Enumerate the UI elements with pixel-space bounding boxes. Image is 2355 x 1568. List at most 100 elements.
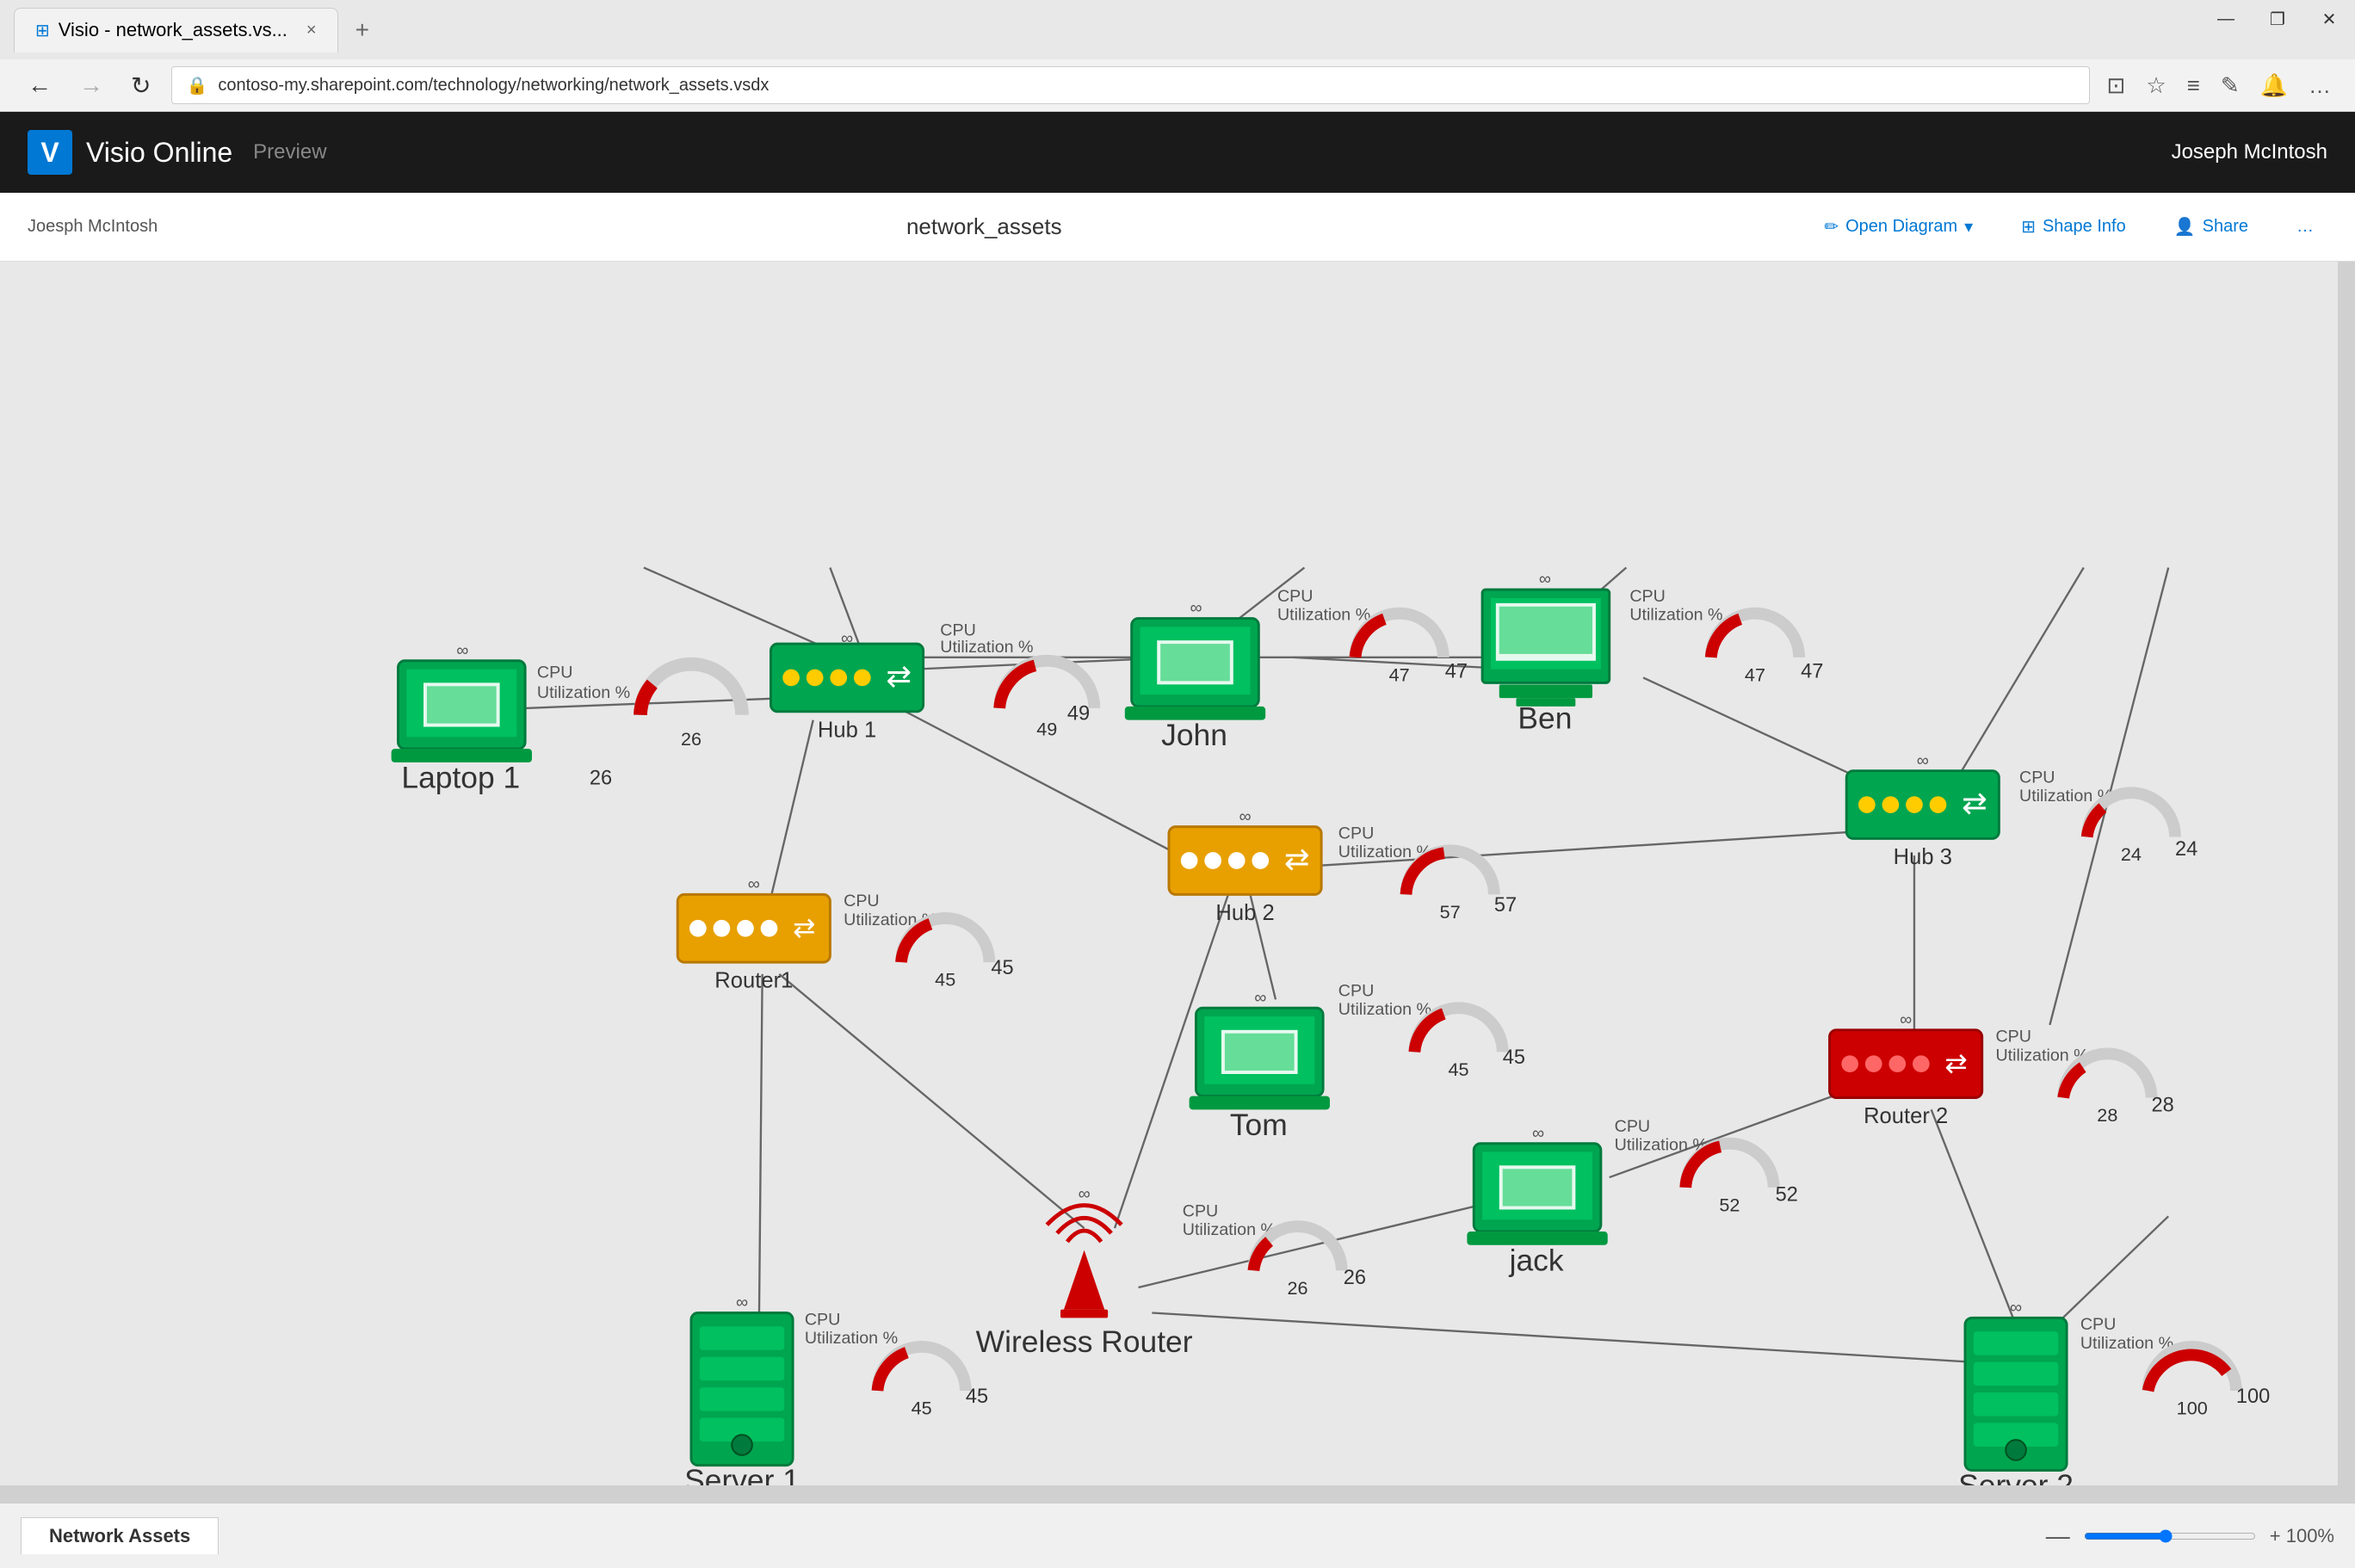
sheet-tab[interactable]: Network Assets xyxy=(21,1517,219,1554)
svg-text:47: 47 xyxy=(1389,664,1410,685)
svg-text:Utilization %: Utilization % xyxy=(805,1329,898,1348)
svg-text:CPU: CPU xyxy=(2080,1315,2117,1334)
svg-text:49: 49 xyxy=(1036,718,1057,739)
refresh-btn[interactable]: ↻ xyxy=(124,68,158,103)
more-btn[interactable]: … xyxy=(2305,69,2334,102)
zoom-slider[interactable] xyxy=(2084,1529,2256,1543)
new-tab-btn[interactable]: + xyxy=(345,13,380,47)
svg-text:∞: ∞ xyxy=(841,629,853,648)
svg-text:45: 45 xyxy=(912,1398,932,1419)
svg-text:45: 45 xyxy=(991,957,1013,979)
notes-btn[interactable]: ✎ xyxy=(2217,69,2243,102)
svg-text:Hub 3: Hub 3 xyxy=(1894,845,1952,869)
close-btn[interactable]: ✕ xyxy=(2303,0,2355,38)
horizontal-scrollbar[interactable] xyxy=(0,1485,2355,1503)
forward-btn[interactable]: → xyxy=(72,68,110,102)
reader-view-btn[interactable]: ⊡ xyxy=(2104,69,2129,102)
svg-text:CPU: CPU xyxy=(1995,1028,2031,1046)
app-header: V Visio Online Preview Joseph McIntosh xyxy=(0,112,2355,193)
svg-text:Hub 1: Hub 1 xyxy=(818,718,876,742)
svg-text:49: 49 xyxy=(1067,703,1090,725)
svg-text:∞: ∞ xyxy=(1539,570,1551,589)
shape-info-label: Shape Info xyxy=(2043,217,2126,237)
svg-text:∞: ∞ xyxy=(456,641,468,660)
open-diagram-btn[interactable]: ✏ Open Diagram ▾ xyxy=(1810,209,1987,244)
svg-text:CPU: CPU xyxy=(844,892,880,911)
svg-text:CPU: CPU xyxy=(2019,768,2055,787)
svg-text:26: 26 xyxy=(1288,1277,1308,1299)
share-btn[interactable]: 👤 Share xyxy=(2160,209,2262,244)
toolbar-more-btn[interactable]: … xyxy=(2283,210,2327,244)
vertical-scrollbar[interactable] xyxy=(2338,262,2355,1503)
svg-text:CPU: CPU xyxy=(537,663,573,682)
toolbar-user: Joesph McIntosh xyxy=(28,217,158,237)
zoom-level: + 100% xyxy=(2270,1525,2334,1547)
favorites-btn[interactable]: ☆ xyxy=(2142,69,2169,102)
svg-text:∞: ∞ xyxy=(1254,988,1266,1007)
svg-text:⇄: ⇄ xyxy=(1284,842,1310,876)
svg-text:100: 100 xyxy=(2177,1398,2208,1419)
svg-text:Utilization %: Utilization % xyxy=(2080,1334,2173,1353)
lock-icon: 🔒 xyxy=(186,75,207,96)
svg-text:45: 45 xyxy=(1503,1046,1525,1069)
shape-info-btn[interactable]: ⊞ Shape Info xyxy=(2007,209,2140,244)
pencil-icon: ✏ xyxy=(1824,216,1839,238)
node-server1[interactable]: Server 1 ∞ xyxy=(684,1293,800,1498)
toolbar-diagram-title: network_assets xyxy=(185,213,1783,240)
svg-text:57: 57 xyxy=(1494,894,1517,917)
svg-text:CPU: CPU xyxy=(1338,824,1375,843)
svg-text:47: 47 xyxy=(1445,660,1468,682)
bottom-bar: Network Assets — + 100% xyxy=(0,1503,2355,1568)
share-icon: 👤 xyxy=(2174,216,2196,238)
svg-text:24: 24 xyxy=(2121,843,2142,865)
maximize-btn[interactable]: ❐ xyxy=(2252,0,2303,38)
svg-text:47: 47 xyxy=(1745,664,1765,685)
zoom-minus-btn[interactable]: — xyxy=(2046,1522,2070,1550)
svg-text:John: John xyxy=(1161,718,1227,752)
svg-text:100: 100 xyxy=(2236,1386,2270,1408)
svg-text:jack: jack xyxy=(1509,1243,1564,1277)
svg-text:Utilization %: Utilization % xyxy=(1277,606,1370,625)
svg-text:28: 28 xyxy=(2152,1094,2174,1116)
svg-text:26: 26 xyxy=(681,728,702,750)
active-tab[interactable]: ⊞ Visio - network_assets.vs... × xyxy=(14,8,338,52)
svg-text:Ben: Ben xyxy=(1517,701,1572,736)
svg-text:45: 45 xyxy=(1449,1059,1469,1080)
back-btn[interactable]: ← xyxy=(21,68,59,102)
svg-text:Wireless Router: Wireless Router xyxy=(976,1324,1193,1359)
svg-text:⇄: ⇄ xyxy=(793,913,815,943)
svg-text:∞: ∞ xyxy=(1190,599,1202,618)
svg-text:45: 45 xyxy=(966,1386,988,1408)
svg-text:CPU: CPU xyxy=(1615,1117,1651,1136)
share-label: Share xyxy=(2203,217,2248,237)
svg-text:52: 52 xyxy=(1719,1194,1740,1215)
address-bar[interactable]: 🔒 contoso-my.sharepoint.com/technology/n… xyxy=(171,66,2089,104)
svg-text:47: 47 xyxy=(1801,660,1823,682)
svg-text:Laptop 1: Laptop 1 xyxy=(401,760,520,794)
open-diagram-chevron: ▾ xyxy=(1964,216,1973,238)
svg-text:∞: ∞ xyxy=(748,874,760,893)
svg-text:28: 28 xyxy=(2097,1104,2117,1126)
visio-icon: V xyxy=(28,130,72,175)
toolbar: Joesph McIntosh network_assets ✏ Open Di… xyxy=(0,193,2355,262)
tab-close-btn[interactable]: × xyxy=(306,21,317,40)
svg-text:24: 24 xyxy=(2175,838,2197,861)
svg-text:45: 45 xyxy=(935,969,955,991)
minimize-btn[interactable]: — xyxy=(2200,0,2252,38)
notifications-btn[interactable]: 🔔 xyxy=(2257,69,2291,102)
svg-text:Hub 2: Hub 2 xyxy=(1215,901,1274,925)
diagram-svg: Laptop 1 CPU Utilization % ∞ 26 26 xyxy=(0,262,2338,1568)
svg-text:Utilization %: Utilization % xyxy=(940,638,1033,657)
svg-text:CPU: CPU xyxy=(1277,587,1313,606)
node-server2[interactable]: Server 2 ∞ xyxy=(1958,1299,2074,1503)
tab-title: Visio - network_assets.vs... xyxy=(59,19,287,41)
shape-info-icon: ⊞ xyxy=(2021,216,2036,238)
svg-text:∞: ∞ xyxy=(1532,1124,1544,1143)
hub-btn[interactable]: ≡ xyxy=(2184,69,2204,102)
svg-text:26: 26 xyxy=(1344,1267,1366,1289)
svg-text:∞: ∞ xyxy=(2010,1299,2022,1318)
svg-text:Tom: Tom xyxy=(1230,1108,1288,1142)
open-diagram-label: Open Diagram xyxy=(1845,217,1957,237)
svg-text:∞: ∞ xyxy=(1917,751,1929,770)
svg-text:∞: ∞ xyxy=(1900,1010,1912,1029)
